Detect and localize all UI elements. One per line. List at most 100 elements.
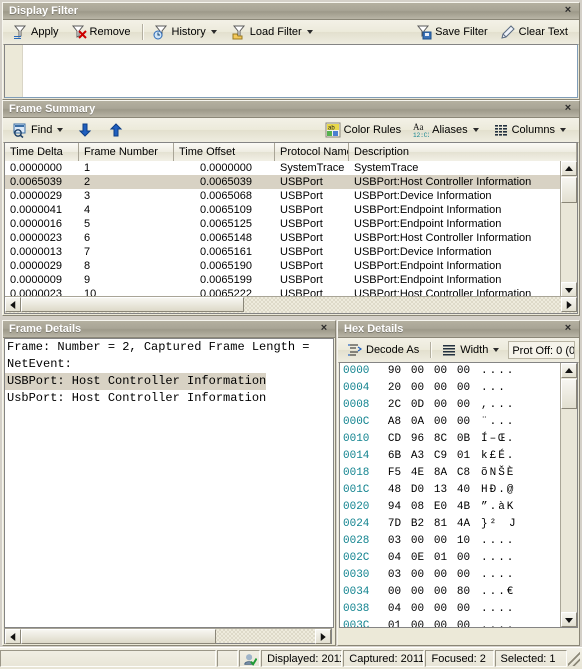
- hex-row[interactable]: 0028 03 00 00 10....: [340, 533, 561, 550]
- scroll-left-icon[interactable]: [5, 629, 21, 644]
- scroll-up-icon[interactable]: [561, 363, 577, 378]
- save-filter-button[interactable]: Save Filter: [411, 21, 493, 43]
- aliases-button[interactable]: Aa 12:C3 Aliases: [408, 119, 485, 141]
- find-next-button[interactable]: [72, 119, 101, 141]
- hex-details-toolbar: Decode As Width Prot Off: 0 (0x: [338, 338, 579, 363]
- table-row[interactable]: 0.0000041 4 0.0065109 USBPort USBPort:Endpoi…: [5, 203, 561, 217]
- cell-description: USBPort:Device Information: [354, 190, 492, 202]
- apply-filter-button[interactable]: Apply: [7, 21, 64, 43]
- close-icon[interactable]: ×: [561, 3, 575, 19]
- scroll-thumb[interactable]: [21, 629, 216, 644]
- width-button[interactable]: Width: [436, 339, 506, 361]
- find-button[interactable]: Find: [7, 119, 70, 141]
- scroll-thumb[interactable]: [561, 379, 577, 409]
- table-row[interactable]: 0.0000013 7 0.0065161 USBPort USBPort:Device…: [5, 245, 561, 259]
- column-header-description[interactable]: Description: [349, 143, 577, 161]
- find-previous-button[interactable]: [103, 119, 132, 141]
- color-rules-button[interactable]: ab Color Rules: [320, 119, 406, 141]
- cell-protocol-name: USBPort: [280, 190, 323, 202]
- hex-row[interactable]: 0024 7D B2 81 4A}²J: [340, 516, 561, 533]
- frame-details-line[interactable]: UsbPort: Host Controller Information: [5, 390, 333, 407]
- table-row[interactable]: 0.0000023 6 0.0065148 USBPort USBPort:Host C…: [5, 231, 561, 245]
- scroll-right-icon[interactable]: [315, 629, 331, 644]
- scroll-thumb[interactable]: [21, 297, 244, 312]
- scroll-down-icon[interactable]: [561, 282, 577, 297]
- chevron-down-icon[interactable]: [57, 128, 64, 132]
- hex-byte: 00: [433, 620, 448, 627]
- column-header-frame-number[interactable]: Frame Number: [79, 143, 174, 161]
- table-row[interactable]: 0.0065039 2 0.0065039 USBPort USBPort:Host C…: [5, 175, 561, 189]
- chevron-down-icon[interactable]: [306, 30, 313, 34]
- frame-details-line[interactable]: USBPort: Host Controller Information: [5, 373, 333, 390]
- hex-row[interactable]: 0030 03 00 00 00....: [340, 567, 561, 584]
- frame-summary-caption: Frame Summary ×: [3, 101, 579, 118]
- hex-ascii: ....: [481, 552, 516, 564]
- column-header-time-delta[interactable]: Time Delta: [5, 143, 79, 161]
- hex-row[interactable]: 000C A8 0A 00 00 ¨...: [340, 414, 561, 431]
- hex-row[interactable]: 0010 CD 96 8C 0B Í–Œ.: [340, 431, 561, 448]
- column-header-protocol-name[interactable]: Protocol Name: [275, 143, 349, 161]
- chevron-down-icon[interactable]: [472, 128, 479, 132]
- chevron-down-icon[interactable]: [493, 348, 500, 352]
- hex-byte: 08: [410, 501, 425, 513]
- hex-offset: 003C: [343, 620, 370, 627]
- hex-row[interactable]: 003C 01 00 00 00....: [340, 618, 561, 627]
- frame-summary-rows[interactable]: 0.0000000 1 0.0000000 SystemTrace SystemTrac…: [5, 161, 561, 297]
- scroll-down-icon[interactable]: [561, 612, 577, 627]
- hex-ascii: ...€: [481, 586, 516, 598]
- hex-byte: 00: [410, 535, 425, 547]
- hex-row[interactable]: 0014 6B A3 C9 01 k£É.: [340, 448, 561, 465]
- hex-dump[interactable]: 0000 90 00 00 00.... 0004 20 00 00 00 ... 0008 2C 0D…: [339, 362, 578, 628]
- scroll-up-icon[interactable]: [561, 161, 577, 176]
- hex-byte: 0A: [410, 416, 425, 428]
- table-row[interactable]: 0.0000009 9 0.0065199 USBPort USBPort:Endpoi…: [5, 273, 561, 287]
- close-icon[interactable]: ×: [317, 321, 331, 337]
- load-filter-button[interactable]: Load Filter: [226, 21, 320, 43]
- hex-row[interactable]: 0018 F5 4E 8A C8 õNŠÈ: [340, 465, 561, 482]
- column-header-time-offset[interactable]: Time Offset: [174, 143, 275, 161]
- hex-row[interactable]: 0000 90 00 00 00....: [340, 363, 561, 380]
- display-filter-input[interactable]: [4, 44, 578, 98]
- hex-row[interactable]: 002C 04 0E 01 00....: [340, 550, 561, 567]
- status-bar: Displayed: 2011 Captured: 2011 Focused: …: [0, 647, 582, 669]
- hex-byte: 80: [456, 586, 471, 598]
- frame-details-line[interactable]: Frame: Number = 2, Captured Frame Length…: [5, 339, 333, 356]
- cell-time-delta: 0.0000009: [10, 274, 62, 286]
- scroll-right-icon[interactable]: [561, 297, 577, 312]
- table-row[interactable]: 0.0000029 8 0.0065190 USBPort USBPort:Endpoi…: [5, 259, 561, 273]
- close-icon[interactable]: ×: [561, 101, 575, 117]
- hex-row[interactable]: 0020 94 08 E0 4B ”.àK: [340, 499, 561, 516]
- scroll-thumb[interactable]: [561, 177, 577, 203]
- protocol-offset-field[interactable]: Prot Off: 0 (0x: [508, 341, 575, 359]
- hex-row[interactable]: 001C 48 D0 13 40 HÐ.@: [340, 482, 561, 499]
- frame-summary-horizontal-scrollbar[interactable]: [5, 296, 577, 313]
- table-row[interactable]: 0.0000000 1 0.0000000 SystemTrace SystemTrac…: [5, 161, 561, 175]
- frame-details-line[interactable]: NetEvent:: [5, 356, 333, 373]
- remove-filter-button[interactable]: Remove: [66, 21, 136, 43]
- decode-as-button[interactable]: Decode As: [342, 339, 424, 361]
- hex-row[interactable]: 0034 00 00 00 80 ...€: [340, 584, 561, 601]
- chevron-down-icon[interactable]: [560, 128, 566, 132]
- frame-summary-vertical-scrollbar[interactable]: [560, 161, 577, 297]
- close-icon[interactable]: ×: [561, 321, 575, 337]
- frame-details-tree[interactable]: Frame: Number = 2, Captured Frame Length…: [4, 338, 334, 628]
- frame-details-horizontal-scrollbar[interactable]: [4, 628, 332, 644]
- frame-summary-grid: Time Delta Frame Number Time Offset Prot…: [4, 142, 578, 314]
- history-button[interactable]: History: [148, 21, 224, 43]
- scroll-left-icon[interactable]: [5, 297, 21, 312]
- table-row[interactable]: 0.0000029 3 0.0065068 USBPort USBPort:Device…: [5, 189, 561, 203]
- clear-text-button[interactable]: Clear Text: [495, 21, 573, 43]
- aliases-icon: Aa 12:C3: [413, 122, 431, 139]
- resize-grip-icon[interactable]: [568, 651, 580, 666]
- chevron-down-icon[interactable]: [210, 30, 217, 34]
- cell-time-delta: 0.0000029: [10, 260, 62, 272]
- columns-button[interactable]: Columns: [488, 119, 573, 141]
- table-row[interactable]: 0.0000016 5 0.0065125 USBPort USBPort:Endpoi…: [5, 217, 561, 231]
- hex-ascii: ¨...: [481, 416, 516, 428]
- hex-offset: 0038: [343, 603, 370, 615]
- hex-byte: 01: [433, 552, 448, 564]
- hex-row[interactable]: 0004 20 00 00 00 ...: [340, 380, 561, 397]
- hex-row[interactable]: 0038 04 00 00 00....: [340, 601, 561, 618]
- hex-row[interactable]: 0008 2C 0D 00 00,...: [340, 397, 561, 414]
- hex-vertical-scrollbar[interactable]: [560, 363, 577, 627]
